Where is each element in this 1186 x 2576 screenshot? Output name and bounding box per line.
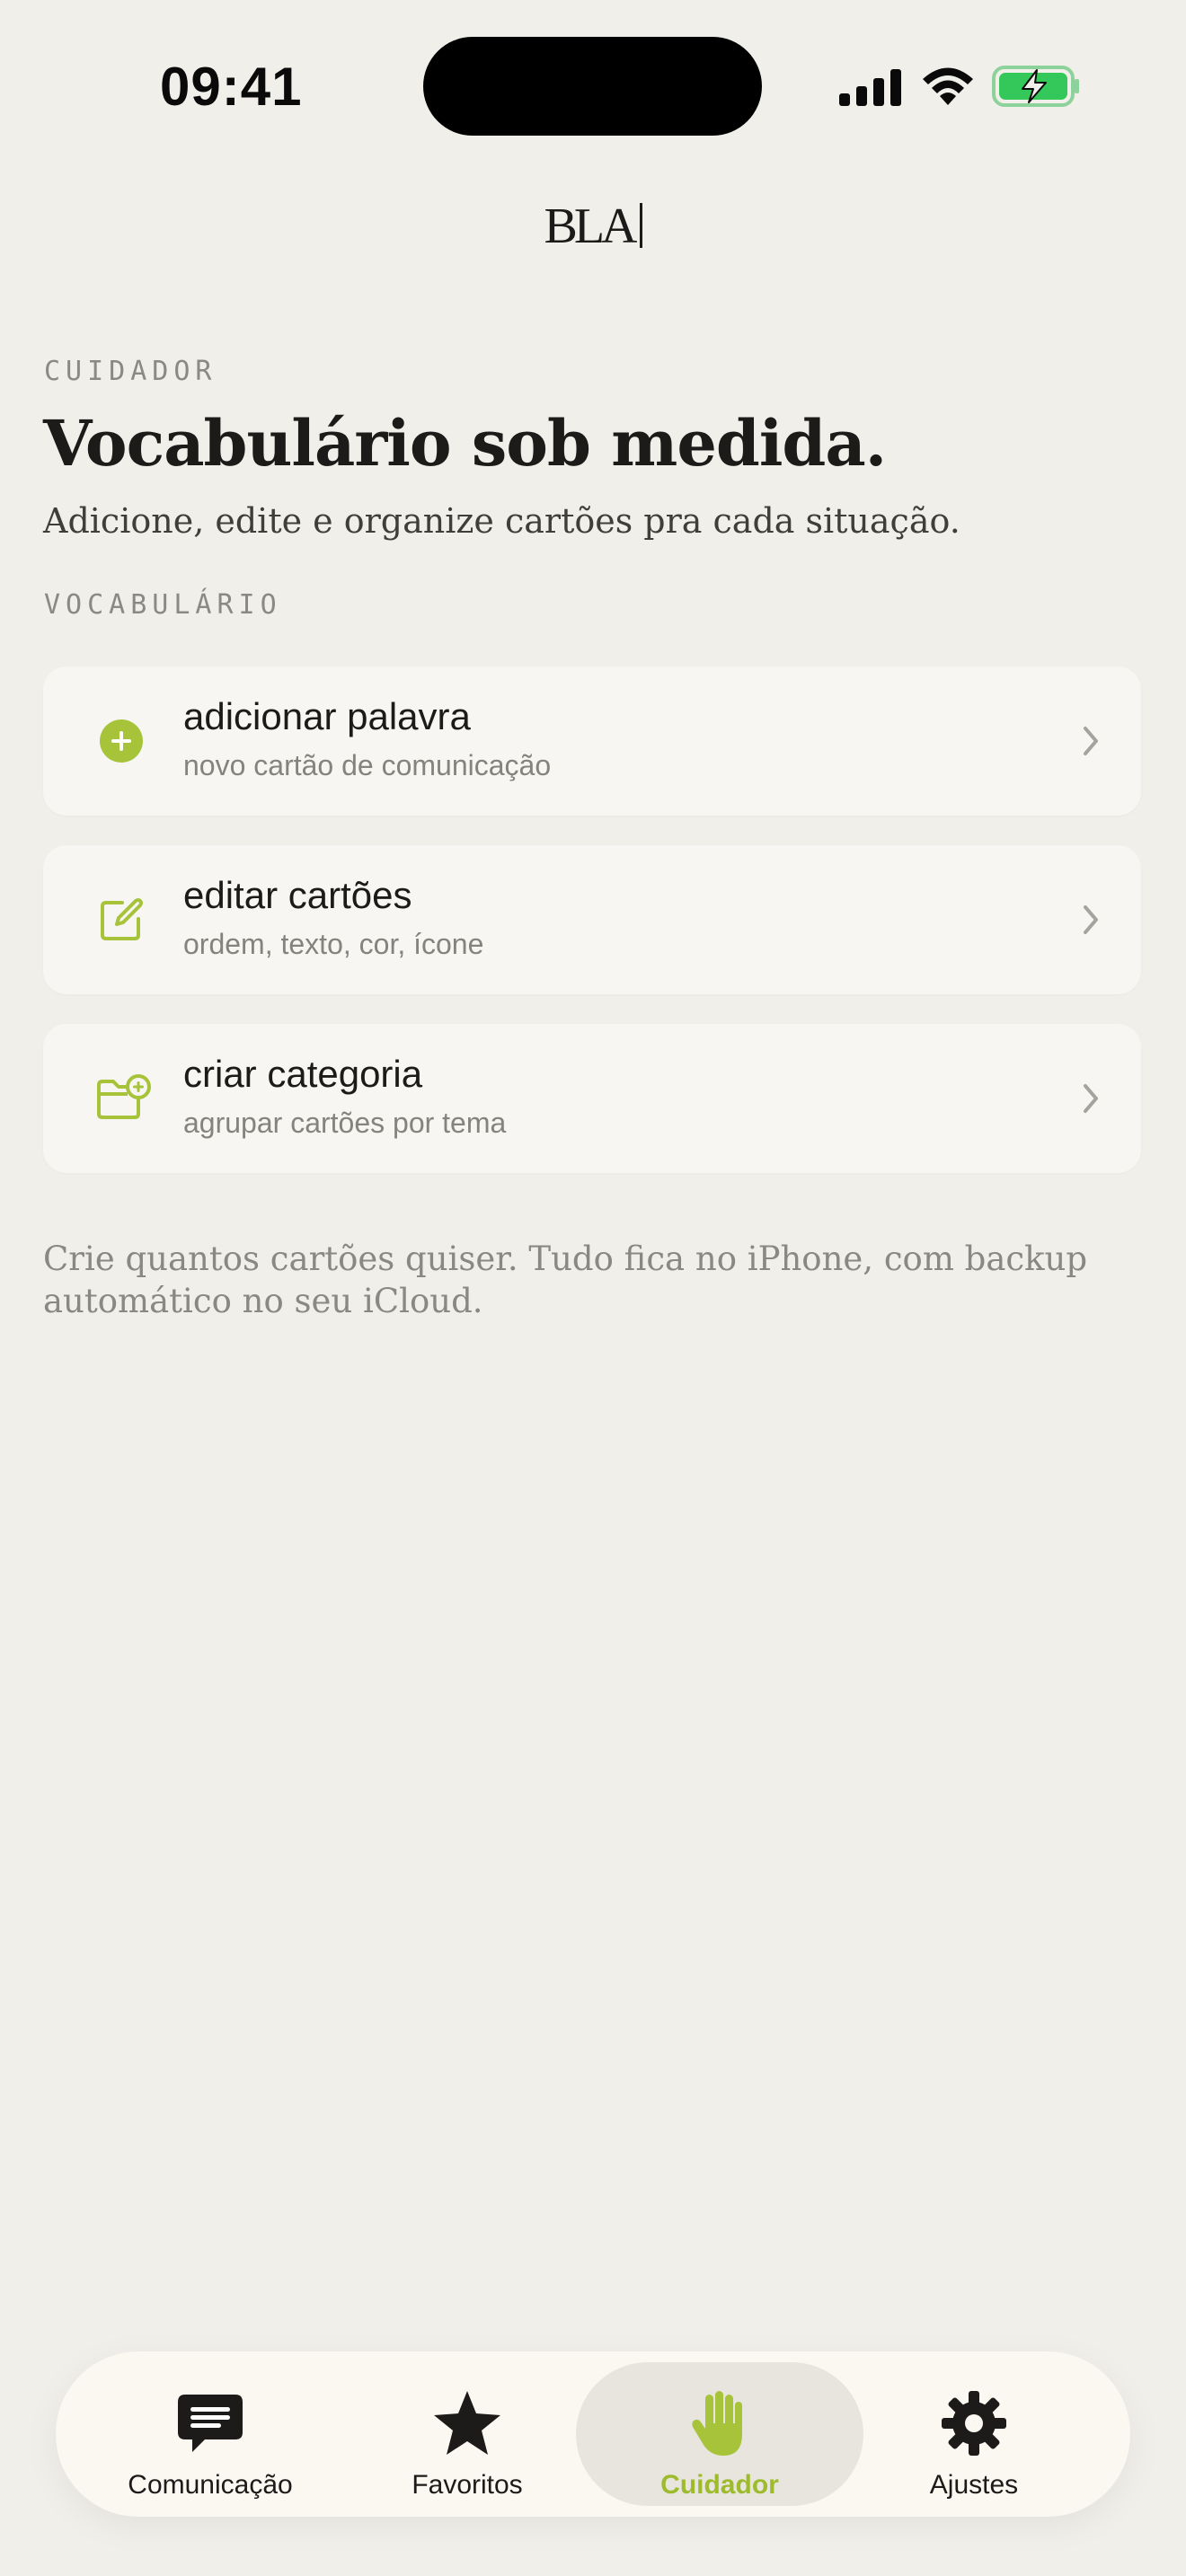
tab-label: Cuidador — [660, 2470, 779, 2500]
edit-cards-button[interactable]: editar cartões ordem, texto, cor, ícone — [43, 845, 1141, 994]
tab-ajustes[interactable]: Ajustes — [830, 2362, 1118, 2506]
page-eyebrow: CUIDADOR — [44, 356, 217, 387]
edit-square-icon — [101, 898, 143, 940]
folder-add-icon — [97, 1074, 151, 1119]
add-word-subtitle: novo cartão de comunicação — [183, 749, 552, 781]
chevron-right-icon — [1084, 727, 1098, 755]
wifi-icon — [923, 67, 973, 105]
status-bar: 09:41 — [0, 0, 1186, 171]
app-logo-text: BLA — [544, 198, 638, 254]
tab-label: Favoritos — [412, 2470, 523, 2500]
chevron-right-icon — [1084, 1084, 1098, 1113]
chevron-right-icon — [1084, 905, 1098, 934]
dynamic-island — [423, 37, 762, 136]
add-word-title: adicionar palavra — [183, 695, 471, 737]
add-word-button[interactable]: adicionar palavra novo cartão de comunic… — [43, 666, 1141, 816]
status-time: 09:41 — [160, 57, 303, 117]
edit-cards-title: editar cartões — [183, 874, 412, 916]
tab-favoritos[interactable]: Favoritos — [323, 2362, 611, 2506]
tab-label: Ajustes — [929, 2470, 1019, 2500]
gear-icon — [942, 2391, 1006, 2456]
page-subtitle: Adicione, edite e organize cartões pra c… — [43, 501, 960, 541]
footnote-text: Crie quantos cartões quiser. Tudo fica n… — [43, 1239, 1088, 1320]
page-title: Vocabulário sob medida. — [43, 406, 887, 481]
signal-icon — [839, 69, 901, 106]
tab-label: Comunicação — [128, 2470, 293, 2500]
tab-bar: Comunicação Favoritos Cuidador Ajustes — [56, 2351, 1130, 2517]
section-label: VOCABULÁRIO — [44, 589, 282, 621]
chat-bubble-icon — [178, 2395, 243, 2452]
tab-cuidador[interactable]: Cuidador — [576, 2362, 863, 2506]
create-category-subtitle: agrupar cartões por tema — [183, 1107, 507, 1139]
hand-icon — [692, 2391, 742, 2456]
logo-cursor — [639, 203, 642, 248]
edit-cards-subtitle: ordem, texto, cor, ícone — [183, 928, 484, 960]
create-category-button[interactable]: criar categoria agrupar cartões por tema — [43, 1024, 1141, 1173]
plus-circle-icon — [100, 719, 143, 763]
tab-comunicacao[interactable]: Comunicação — [66, 2362, 354, 2506]
battery-charging-icon — [992, 66, 1079, 107]
app-logo: BLA — [0, 198, 1186, 255]
star-icon — [434, 2391, 500, 2455]
create-category-title: criar categoria — [183, 1053, 423, 1095]
